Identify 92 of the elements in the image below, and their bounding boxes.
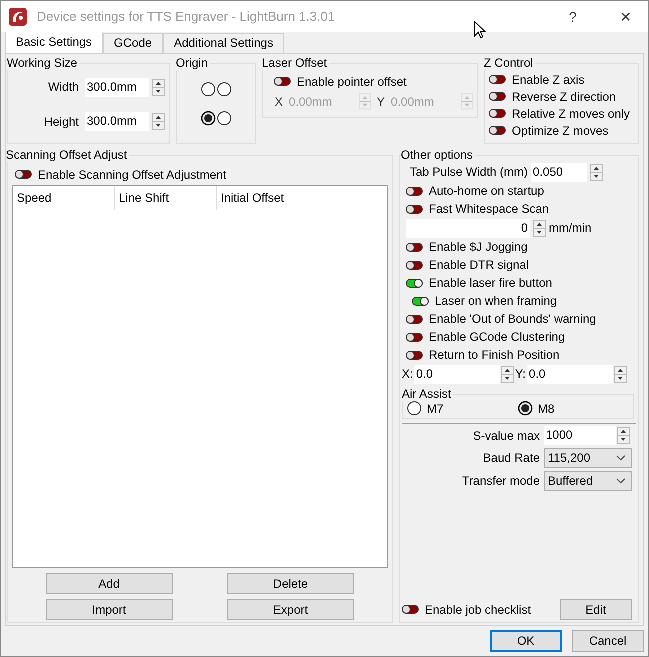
toggle-label: Enable Z axis bbox=[512, 72, 585, 86]
toggle-switch[interactable] bbox=[489, 126, 506, 135]
group-title: Other options bbox=[401, 148, 474, 162]
toggle-switch[interactable] bbox=[489, 75, 506, 84]
toggle-label: Fast Whitespace Scan bbox=[429, 202, 550, 216]
field-label: S-value max bbox=[472, 428, 540, 442]
group-title: Z Control bbox=[484, 56, 534, 70]
window-title: Device settings for TTS Engraver - LightBurn 1.3.01 bbox=[37, 9, 336, 24]
input-field[interactable]: 300.0mm bbox=[85, 112, 149, 132]
spin-button[interactable] bbox=[590, 164, 604, 180]
field-label: Height bbox=[44, 114, 79, 129]
radio-button[interactable] bbox=[518, 401, 533, 416]
radio-button[interactable] bbox=[216, 82, 232, 97]
edit-button[interactable]: Edit bbox=[560, 599, 632, 620]
input-field[interactable]: 0.0 bbox=[414, 364, 500, 384]
toggle-switch[interactable] bbox=[406, 204, 423, 214]
toggle-switch[interactable] bbox=[402, 605, 419, 614]
table-action-button[interactable]: Delete bbox=[227, 573, 354, 594]
toggle-switch[interactable] bbox=[489, 109, 506, 118]
toggle-label: Return to Finish Position bbox=[429, 348, 560, 362]
input-field[interactable]: 0 bbox=[406, 218, 530, 238]
radio-button[interactable] bbox=[216, 111, 232, 126]
input-field[interactable]: 0.050 bbox=[531, 162, 588, 182]
tab[interactable]: Additional Settings bbox=[163, 33, 284, 53]
chevron-down-icon bbox=[616, 455, 626, 461]
toggle-label: Auto-home on startup bbox=[429, 184, 544, 198]
toggle-switch[interactable] bbox=[406, 260, 423, 270]
toggle-label: Reverse Z direction bbox=[512, 90, 616, 104]
input-field[interactable]: 1000 bbox=[544, 426, 616, 445]
radio-label: M7 bbox=[427, 402, 444, 416]
group-title: Air Assist bbox=[402, 387, 452, 401]
dropdown[interactable]: Buffered bbox=[544, 471, 632, 491]
logo-icon bbox=[8, 6, 28, 26]
spin-button[interactable] bbox=[614, 366, 628, 382]
group-title: Scanning Offset Adjust bbox=[6, 148, 128, 162]
toggle-label: Enable laser fire button bbox=[429, 276, 552, 290]
toggle-switch[interactable] bbox=[406, 350, 423, 360]
spin-button[interactable] bbox=[533, 220, 546, 236]
spin-button[interactable] bbox=[617, 427, 630, 444]
close-button[interactable]: ✕ bbox=[604, 8, 648, 24]
table-action-button[interactable]: Export bbox=[227, 599, 354, 620]
column-header[interactable]: Initial Offset bbox=[217, 186, 318, 210]
chevron-down-icon bbox=[616, 478, 626, 484]
dialog-button[interactable]: Cancel bbox=[572, 630, 644, 652]
column-header[interactable]: Line Shift bbox=[115, 186, 217, 210]
column-header[interactable]: Speed bbox=[13, 186, 115, 210]
field-label: Y: bbox=[515, 367, 526, 381]
toggle-switch[interactable] bbox=[406, 332, 423, 342]
radio-button[interactable] bbox=[407, 401, 422, 416]
field-label: Transfer mode bbox=[461, 474, 540, 488]
input-field[interactable]: 300.0mm bbox=[85, 78, 149, 97]
spin-button[interactable] bbox=[501, 366, 514, 382]
toggle-label: Relative Z moves only bbox=[512, 106, 630, 120]
table-action-button[interactable]: Add bbox=[46, 573, 173, 594]
table-action-button[interactable]: Import bbox=[46, 599, 173, 620]
toggle-switch[interactable] bbox=[412, 296, 429, 306]
field-label: X: bbox=[402, 367, 414, 381]
unit-label: mm/min bbox=[549, 221, 592, 235]
field-label: Width bbox=[48, 80, 79, 94]
toggle-label: Enable job checklist bbox=[425, 602, 532, 616]
toggle-switch[interactable] bbox=[489, 92, 506, 101]
toggle-switch[interactable] bbox=[406, 278, 423, 288]
toggle-label: Enable 'Out of Bounds' warning bbox=[429, 312, 596, 326]
radio-button[interactable] bbox=[200, 82, 216, 97]
toggle-switch[interactable] bbox=[406, 242, 423, 252]
field-label: Tab Pulse Width (mm) bbox=[410, 165, 528, 179]
toggle-label: Optimize Z moves bbox=[512, 124, 609, 138]
field-label: X bbox=[275, 94, 284, 108]
toggle-label: Enable pointer offset bbox=[297, 74, 407, 88]
toggle-label: Enable Scanning Offset Adjustment bbox=[38, 168, 227, 182]
radio-label: M8 bbox=[538, 402, 555, 416]
dropdown[interactable]: 115,200 bbox=[544, 448, 632, 468]
tab[interactable]: GCode bbox=[103, 33, 164, 53]
spin-button[interactable] bbox=[152, 113, 165, 130]
toggle-label: Enable $J Jogging bbox=[429, 240, 528, 254]
field-label: Y bbox=[377, 94, 386, 108]
toggle-switch[interactable] bbox=[406, 314, 423, 324]
group-title: Origin bbox=[176, 56, 210, 70]
tab[interactable]: Basic Settings bbox=[5, 31, 104, 53]
toggle-label: Enable DTR signal bbox=[429, 258, 530, 272]
toggle-switch[interactable] bbox=[406, 186, 423, 196]
help-button[interactable]: ? bbox=[551, 8, 595, 24]
input-field[interactable]: 0.0 bbox=[527, 364, 614, 384]
spin-button[interactable] bbox=[152, 78, 165, 96]
toggle-switch[interactable] bbox=[15, 170, 32, 179]
dialog-button[interactable]: OK bbox=[490, 630, 562, 652]
toggle-label: Enable GCode Clustering bbox=[429, 330, 566, 344]
field-label: Baud Rate bbox=[482, 451, 540, 465]
toggle-label: Laser on when framing bbox=[435, 294, 558, 308]
radio-button[interactable] bbox=[200, 111, 216, 126]
group-title: Laser Offset bbox=[262, 56, 328, 70]
group-title: Working Size bbox=[7, 56, 78, 70]
